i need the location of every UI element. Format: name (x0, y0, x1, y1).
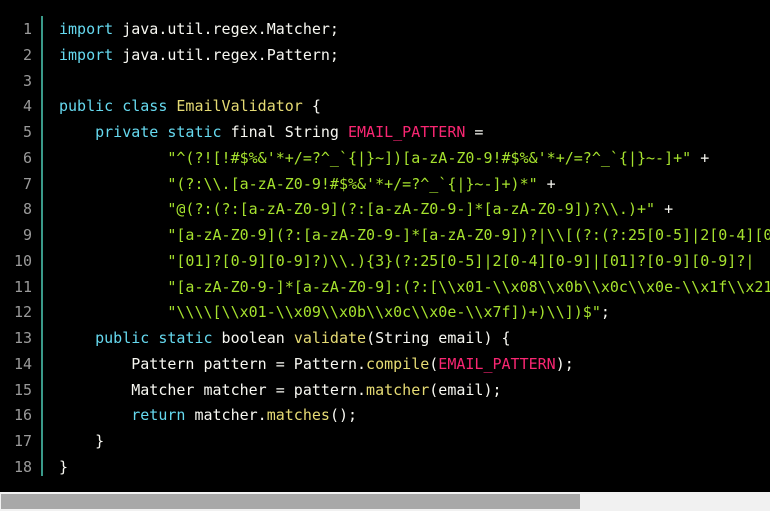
line-number: 18 (13, 457, 32, 476)
code-editor[interactable]: 1 2 3 4 5 6 7 8 9 10 11 12 13 14 15 16 17 18 import java.… (0, 0, 770, 492)
line-number: 2 (22, 45, 32, 64)
code-line[interactable]: Pattern pattern = Pattern.compile(EMAIL_… (59, 352, 770, 378)
line-number: 8 (22, 200, 32, 219)
code-token: final String (221, 123, 348, 141)
line-number: 1 (22, 20, 32, 38)
horizontal-scrollbar-thumb[interactable] (1, 494, 580, 509)
code-token: matcher. (185, 406, 267, 425)
code-line[interactable]: "^(?![!#$%&'*+/=?^_`{|}~])[a-zA-Z0-9!#$%… (59, 146, 770, 172)
line-number-gutter: 1 2 3 4 5 6 7 8 9 10 11 12 13 14 15 16 17 18 (0, 17, 42, 481)
code-token: (String email) { (366, 329, 511, 347)
line-number: 3 (22, 71, 32, 90)
code-token: } (59, 432, 105, 450)
line-number: 14 (13, 354, 32, 373)
code-line[interactable]: "[a-zA-Z0-9](?:[a-zA-Z0-9-]*[a-zA-Z0-9])… (59, 223, 770, 249)
code-area[interactable]: import java.util.regex.Matcher; import ja… (59, 17, 770, 481)
code-token: matcher (366, 380, 430, 399)
code-line[interactable] (59, 69, 770, 95)
code-token: matches (266, 406, 330, 425)
code-line[interactable]: "\\\\[\\x01-\\x09\\x0b\\x0c\\x0e-\\x7f])… (59, 300, 770, 326)
code-token: "[a-zA-Z0-9-]*[a-zA-Z0-9]:(?:[\\x01-\\x0… (167, 277, 770, 296)
code-token: (email); (429, 380, 502, 399)
line-number: 6 (22, 148, 32, 167)
code-token: java.util.regex.Pattern; (113, 45, 339, 64)
code-line[interactable]: public static boolean validate(String em… (59, 326, 770, 352)
code-token: class (122, 97, 168, 116)
line-number: 13 (13, 329, 32, 347)
gutter-divider (41, 16, 43, 476)
code-line[interactable]: public class EmailValidator { (59, 94, 770, 120)
code-line[interactable]: return matcher.matches(); (59, 403, 770, 429)
code-token: return (131, 406, 186, 425)
code-token: + (537, 174, 556, 193)
code-token: EMAIL_PATTERN (438, 354, 556, 373)
code-token: "\\\\[\\x01-\\x09\\x0b\\x0c\\x0e-\\x7f])… (167, 303, 601, 322)
code-token: "[01]?[0-9][0-9]?)\\.){3}(?:25[0-5]|2[0-… (167, 251, 755, 270)
horizontal-scrollbar[interactable] (0, 492, 770, 511)
code-line[interactable]: import java.util.regex.Pattern; (59, 43, 770, 69)
code-line[interactable]: "@(?:(?:[a-zA-Z0-9](?:[a-zA-Z0-9-]*[a-zA… (59, 197, 770, 223)
line-number: 5 (22, 123, 32, 141)
code-token: private (95, 123, 159, 141)
code-token: "@(?:(?:[a-zA-Z0-9](?:[a-zA-Z0-9-]*[a-zA… (167, 200, 656, 219)
line-number: 4 (22, 97, 32, 116)
line-number: 17 (13, 432, 32, 450)
code-token: Matcher matcher = pattern. (59, 380, 367, 399)
code-token: static (167, 123, 222, 141)
code-token: Pattern pattern = Pattern. (59, 354, 367, 373)
code-token: "^(?![!#$%&'*+/=?^_`{|}~])[a-zA-Z0-9!#$%… (167, 148, 692, 167)
code-token: java.util.regex.Matcher; (113, 20, 339, 38)
code-token: ; (600, 303, 610, 322)
code-line[interactable]: "(?:\\.[a-zA-Z0-9!#$%&'*+/=?^_`{|}~-]+)*… (59, 172, 770, 198)
code-token: ); (555, 354, 574, 373)
code-line[interactable]: "[01]?[0-9][0-9]?)\\.){3}(?:25[0-5]|2[0-… (59, 249, 770, 275)
code-token: import (59, 20, 114, 38)
code-line[interactable]: } (59, 429, 770, 455)
code-token: } (59, 457, 69, 476)
line-number: 9 (22, 226, 32, 244)
code-token: public (95, 329, 150, 347)
line-number: 15 (13, 380, 32, 399)
line-number: 16 (13, 406, 32, 425)
code-token: import (59, 45, 114, 64)
code-token: EmailValidator (176, 97, 303, 116)
code-token: "[a-zA-Z0-9](?:[a-zA-Z0-9-]*[a-zA-Z0-9])… (167, 226, 770, 244)
code-token: EMAIL_PATTERN (348, 123, 466, 141)
code-line[interactable]: } (59, 455, 770, 481)
code-token: = (465, 123, 484, 141)
code-line[interactable]: private static final String EMAIL_PATTER… (59, 120, 770, 146)
line-number: 12 (13, 303, 32, 322)
code-token: { (302, 97, 321, 116)
code-token: compile (366, 354, 430, 373)
code-token: ( (429, 354, 439, 373)
code-token: public (59, 97, 114, 116)
code-line[interactable]: "[a-zA-Z0-9-]*[a-zA-Z0-9]:(?:[\\x01-\\x0… (59, 275, 770, 301)
code-token: (); (329, 406, 358, 425)
line-number: 7 (22, 174, 32, 193)
code-token: + (691, 148, 710, 167)
code-line[interactable]: Matcher matcher = pattern.matcher(email)… (59, 378, 770, 404)
line-number: 11 (13, 277, 32, 296)
code-line[interactable]: import java.util.regex.Matcher; (59, 17, 770, 43)
code-token: static (158, 329, 213, 347)
code-token: "(?:\\.[a-zA-Z0-9!#$%&'*+/=?^_`{|}~-]+)*… (167, 174, 538, 193)
code-token: + (655, 200, 674, 219)
code-token: validate (293, 329, 367, 347)
code-token: boolean (212, 329, 294, 347)
line-number: 10 (13, 251, 32, 270)
